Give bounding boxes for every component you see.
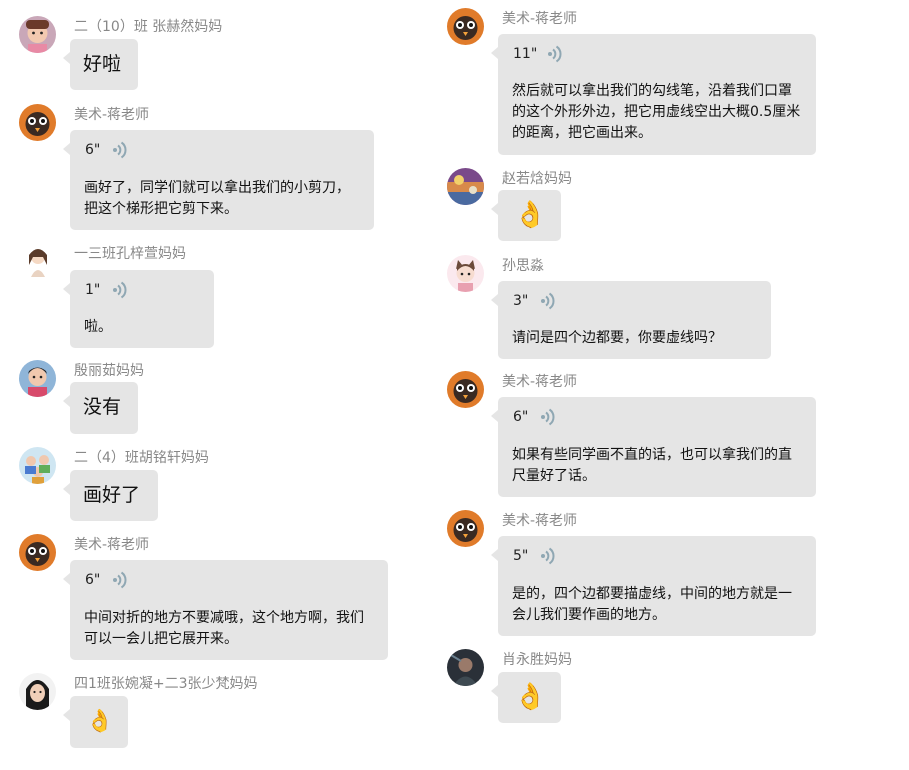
sender-name: 美术-蒋老师 (74, 107, 150, 123)
text-message-bubble[interactable]: 没有 (63, 382, 138, 434)
sender-name: 美术-蒋老师 (502, 513, 578, 529)
voice-transcript: 如果有些同学画不直的话，也可以拿我们的直尺量好了话。 (512, 447, 792, 484)
ok-hand-icon: 👌 (514, 682, 547, 712)
message-text: 画好了 (83, 484, 141, 506)
chat-message: 美术-蒋老师 6" 画好了，同学们就可以拿出我们的小剪刀，把这个梯形把它剪下来。 (19, 104, 419, 234)
voice-wave-icon (548, 45, 562, 63)
sender-name: 肖永胜妈妈 (502, 652, 572, 668)
message-text: 好啦 (83, 53, 122, 75)
user-avatar[interactable] (447, 510, 484, 547)
sender-name: 孙思淼 (502, 258, 544, 274)
chat-message: 美术-蒋老师 6" 如果有些同学画不直的话，也可以拿我们的直尺量好了话。 (447, 371, 847, 501)
ok-hand-icon: 👌 (86, 709, 114, 734)
voice-message-bubble[interactable]: 1" 啦。 (63, 270, 214, 348)
voice-duration: 1" (85, 282, 101, 298)
voice-transcript: 是的，四个边都要描虚线，中间的地方就是一会儿我们要作画的地方。 (512, 586, 792, 623)
chat-message: 肖永胜妈妈 👌 (447, 649, 847, 729)
voice-wave-icon (541, 292, 555, 310)
sender-name: 二（10）班 张赫然妈妈 (74, 19, 223, 35)
chat-message: 四1班张婉凝+二3张少梵妈妈 👌 (19, 673, 419, 753)
voice-wave-icon (113, 141, 127, 159)
user-avatar[interactable] (447, 255, 484, 292)
chat-message: 赵若焓妈妈 👌 (447, 168, 847, 248)
voice-duration: 5" (513, 548, 529, 564)
voice-message-bubble[interactable]: 6" 中间对折的地方不要减哦，这个地方啊，我们可以一会儿把它展开来。 (63, 560, 388, 660)
sender-name: 美术-蒋老师 (502, 374, 578, 390)
user-avatar[interactable] (19, 16, 56, 53)
sender-name: 赵若焓妈妈 (502, 171, 572, 187)
voice-duration: 6" (85, 572, 101, 588)
voice-transcript: 然后就可以拿出我们的勾线笔，沿着我们口罩的这个外形外边，把它用虚线空出大概0.5… (512, 83, 801, 141)
voice-wave-icon (541, 547, 555, 565)
voice-message-bubble[interactable]: 6" 如果有些同学画不直的话，也可以拿我们的直尺量好了话。 (491, 397, 816, 497)
voice-message-bubble[interactable]: 5" 是的，四个边都要描虚线，中间的地方就是一会儿我们要作画的地方。 (491, 536, 816, 636)
user-avatar[interactable] (447, 371, 484, 408)
chat-message: 二（10）班 张赫然妈妈 好啦 (19, 16, 419, 96)
voice-duration: 6" (85, 142, 101, 158)
chat-message: 二（4）班胡铭轩妈妈 画好了 (19, 447, 419, 527)
voice-message-bubble[interactable]: 6" 画好了，同学们就可以拿出我们的小剪刀，把这个梯形把它剪下来。 (63, 130, 374, 230)
voice-duration: 6" (513, 409, 529, 425)
user-avatar[interactable] (447, 8, 484, 45)
emoji-message-bubble[interactable]: 👌 (491, 190, 561, 241)
sender-name: 美术-蒋老师 (74, 537, 150, 553)
voice-transcript: 中间对折的地方不要减哦，这个地方啊，我们可以一会儿把它展开来。 (84, 610, 364, 647)
user-avatar[interactable] (19, 673, 56, 710)
user-avatar[interactable] (447, 168, 484, 205)
emoji-message-bubble[interactable]: 👌 (491, 672, 561, 723)
ok-hand-icon: 👌 (514, 200, 547, 230)
voice-duration: 11" (513, 46, 538, 62)
chat-message: 一三班孔梓萱妈妈 1" 啦。 (19, 243, 419, 348)
sender-name: 殷丽茹妈妈 (74, 363, 144, 379)
emoji-message-bubble[interactable]: 👌 (63, 696, 128, 748)
sender-name: 一三班孔梓萱妈妈 (74, 246, 186, 262)
user-avatar[interactable] (19, 447, 56, 484)
voice-message-bubble[interactable]: 11" 然后就可以拿出我们的勾线笔，沿着我们口罩的这个外形外边，把它用虚线空出大… (491, 34, 816, 155)
text-message-bubble[interactable]: 好啦 (63, 39, 138, 90)
text-message-bubble[interactable]: 画好了 (63, 470, 158, 521)
voice-duration: 3" (513, 293, 529, 309)
voice-wave-icon (113, 281, 127, 299)
voice-message-bubble[interactable]: 3" 请问是四个边都要，你要虚线吗？ (491, 281, 771, 359)
chat-message: 美术-蒋老师 6" 中间对折的地方不要减哦，这个地方啊，我们可以一会儿把它展开来… (19, 534, 419, 664)
user-avatar[interactable] (19, 360, 56, 397)
chat-message: 孙思淼 3" 请问是四个边都要，你要虚线吗？ (447, 255, 847, 365)
voice-transcript: 请问是四个边都要，你要虚线吗？ (512, 330, 722, 346)
sender-name: 美术-蒋老师 (502, 11, 578, 27)
chat-message: 殷丽茹妈妈 没有 (19, 360, 419, 440)
user-avatar[interactable] (19, 243, 56, 280)
sender-name: 二（4）班胡铭轩妈妈 (74, 450, 209, 466)
user-avatar[interactable] (447, 649, 484, 686)
voice-wave-icon (541, 408, 555, 426)
message-text: 没有 (83, 396, 122, 418)
voice-wave-icon (113, 571, 127, 589)
voice-transcript: 画好了，同学们就可以拿出我们的小剪刀，把这个梯形把它剪下来。 (84, 180, 350, 217)
sender-name: 四1班张婉凝+二3张少梵妈妈 (74, 676, 258, 692)
voice-transcript: 啦。 (84, 319, 112, 335)
user-avatar[interactable] (19, 534, 56, 571)
chat-message: 美术-蒋老师 11" 然后就可以拿出我们的勾线笔，沿着我们口罩的这个外形外边，把… (447, 8, 847, 158)
user-avatar[interactable] (19, 104, 56, 141)
chat-message: 美术-蒋老师 5" 是的，四个边都要描虚线，中间的地方就是一会儿我们要作画的地方… (447, 510, 847, 640)
